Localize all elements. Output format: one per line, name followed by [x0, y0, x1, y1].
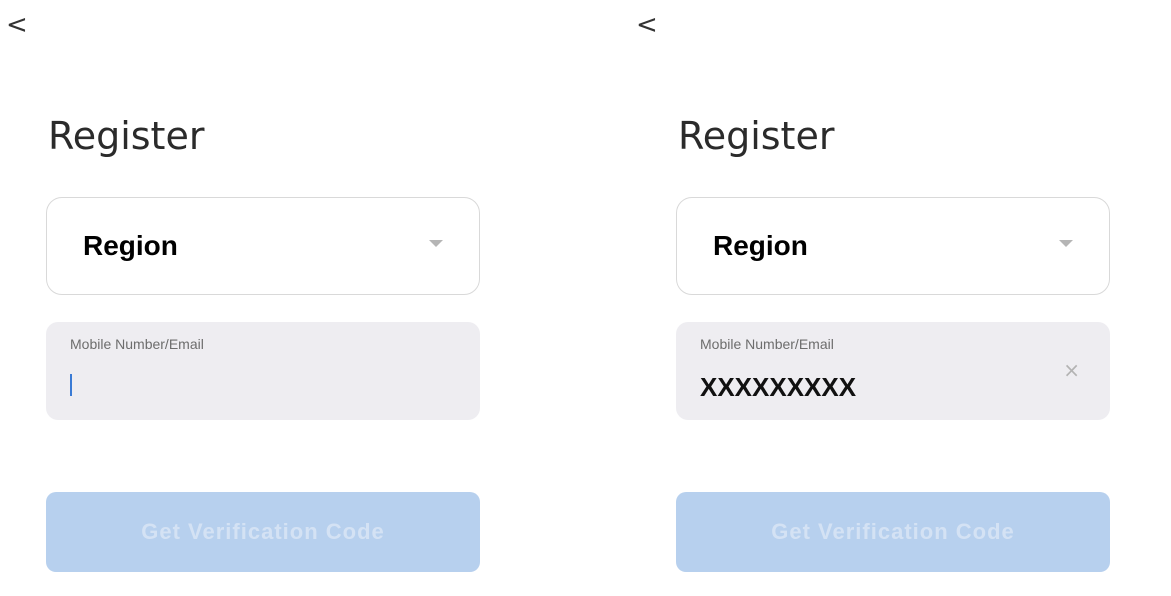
mobile-email-field-value: XXXXXXXXX [700, 372, 857, 402]
region-select-label: Region [83, 230, 178, 261]
page-title: Register [48, 114, 205, 158]
region-select-label: Region [713, 230, 808, 261]
dropdown-caret-icon [429, 240, 443, 247]
back-chevron-icon[interactable]: < [636, 12, 658, 38]
get-verification-code-button[interactable]: Get Verification Code [676, 492, 1110, 572]
register-screen-filled: < Register Region Mobile Number/Email XX… [630, 0, 1171, 596]
mobile-email-field-label: Mobile Number/Email [700, 336, 834, 352]
page-title: Register [678, 114, 835, 158]
text-cursor [70, 374, 72, 396]
mobile-email-field-label: Mobile Number/Email [70, 336, 204, 352]
dropdown-caret-icon [1059, 240, 1073, 247]
mobile-email-field[interactable]: Mobile Number/Email [46, 322, 480, 420]
clear-icon[interactable]: × [1063, 358, 1080, 382]
region-select[interactable]: Region [46, 197, 480, 295]
get-verification-code-button[interactable]: Get Verification Code [46, 492, 480, 572]
region-select[interactable]: Region [676, 197, 1110, 295]
register-screen-empty: < Register Region Mobile Number/Email Ge… [0, 0, 545, 596]
mobile-email-field[interactable]: Mobile Number/Email XXXXXXXXX × [676, 322, 1110, 420]
back-chevron-icon[interactable]: < [6, 12, 28, 38]
